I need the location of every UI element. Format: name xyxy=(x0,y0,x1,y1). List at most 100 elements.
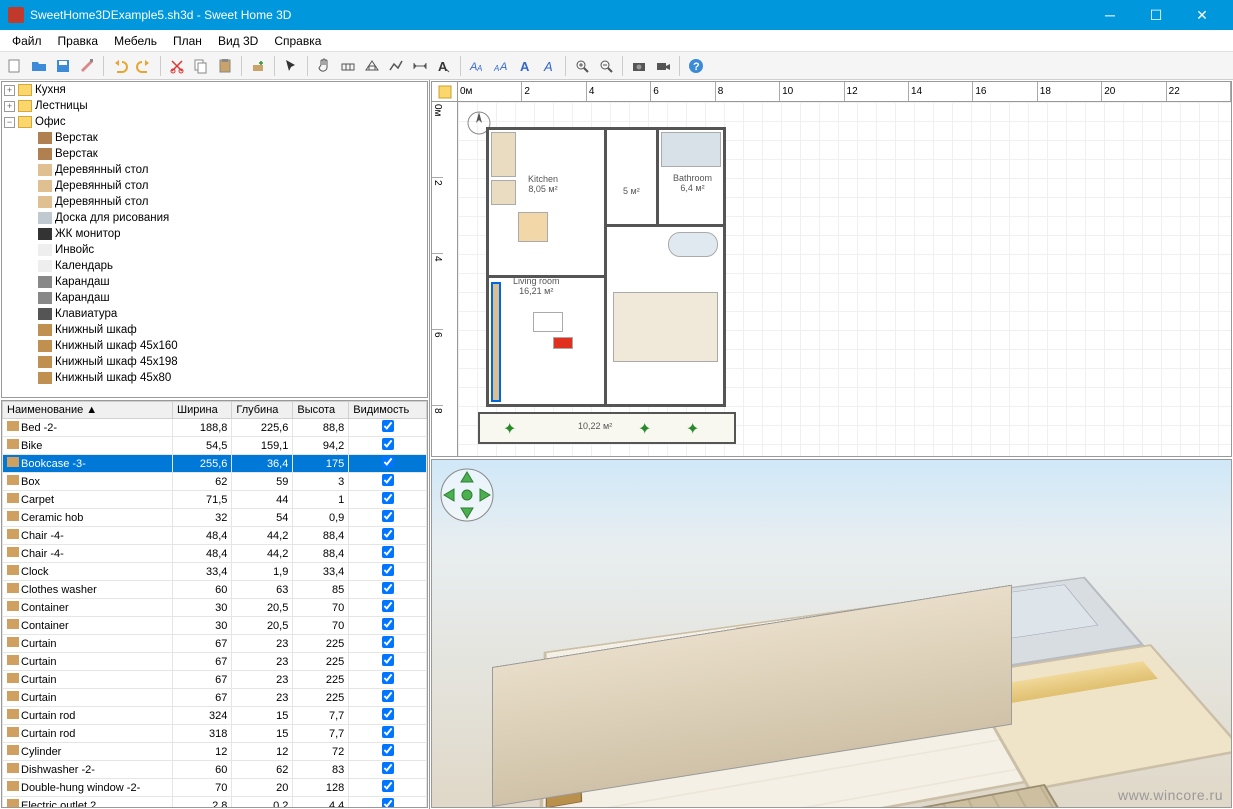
tree-item[interactable]: Деревянный стол xyxy=(38,162,427,178)
table-row[interactable]: Curtain 6723225 xyxy=(3,671,427,689)
column-header[interactable]: Ширина xyxy=(173,402,232,419)
visibility-checkbox[interactable] xyxy=(382,510,394,522)
create-polylines-button[interactable] xyxy=(385,55,407,77)
table-row[interactable]: Chair -4- 48,444,288,4 xyxy=(3,527,427,545)
menu-вид 3d[interactable]: Вид 3D xyxy=(210,32,266,50)
furniture-list[interactable]: Наименование ▲ШиринаГлубинаВысотаВидимос… xyxy=(1,400,428,808)
visibility-checkbox[interactable] xyxy=(382,636,394,648)
visibility-checkbox[interactable] xyxy=(382,474,394,486)
visibility-checkbox[interactable] xyxy=(382,492,394,504)
paste-button[interactable] xyxy=(214,55,236,77)
redo-button[interactable] xyxy=(133,55,155,77)
cut-button[interactable] xyxy=(166,55,188,77)
new-button[interactable] xyxy=(4,55,26,77)
zoom-in-button[interactable] xyxy=(571,55,593,77)
visibility-checkbox[interactable] xyxy=(382,582,394,594)
tree-item[interactable]: ЖК монитор xyxy=(38,226,427,242)
table-row[interactable]: Bed -2- 188,8225,688,8 xyxy=(3,419,427,437)
table-row[interactable]: Electric outlet 2 2,80,24,4 xyxy=(3,797,427,809)
table-row[interactable]: Curtain 6723225 xyxy=(3,653,427,671)
table-row[interactable]: Cylinder 121272 xyxy=(3,743,427,761)
pan-tool-button[interactable] xyxy=(313,55,335,77)
tree-item[interactable]: Карандаш xyxy=(38,274,427,290)
tree-item[interactable]: Инвойс xyxy=(38,242,427,258)
help-button[interactable]: ? xyxy=(685,55,707,77)
increase-text-button[interactable]: AA xyxy=(466,55,488,77)
create-dimensions-button[interactable] xyxy=(409,55,431,77)
visibility-checkbox[interactable] xyxy=(382,438,394,450)
visibility-checkbox[interactable] xyxy=(382,420,394,432)
visibility-checkbox[interactable] xyxy=(382,618,394,630)
minimize-button[interactable]: ─ xyxy=(1087,0,1133,30)
create-walls-button[interactable] xyxy=(337,55,359,77)
tree-item[interactable]: Доска для рисования xyxy=(38,210,427,226)
table-row[interactable]: Bookcase -3- 255,636,4175 xyxy=(3,455,427,473)
visibility-checkbox[interactable] xyxy=(382,672,394,684)
table-row[interactable]: Double-hung window -2- 7020128 xyxy=(3,779,427,797)
add-furniture-button[interactable] xyxy=(247,55,269,77)
furniture-catalog[interactable]: +Кухня+Лестницы−ОфисВерстакВерстакДеревя… xyxy=(1,81,428,398)
view-3d[interactable]: www.wincore.ru xyxy=(431,459,1232,808)
plan-view[interactable]: 0м246810121416182022 0м2468 Kitchen8,05 … xyxy=(431,81,1232,457)
visibility-checkbox[interactable] xyxy=(382,528,394,540)
table-row[interactable]: Curtain 6723225 xyxy=(3,689,427,707)
column-header[interactable]: Наименование ▲ xyxy=(3,402,173,419)
visibility-checkbox[interactable] xyxy=(382,726,394,738)
visibility-checkbox[interactable] xyxy=(382,546,394,558)
close-button[interactable]: ✕ xyxy=(1179,0,1225,30)
visibility-checkbox[interactable] xyxy=(382,744,394,756)
visibility-checkbox[interactable] xyxy=(382,708,394,720)
tree-item[interactable]: Книжный шкаф 45x160 xyxy=(38,338,427,354)
table-row[interactable]: Curtain 6723225 xyxy=(3,635,427,653)
open-button[interactable] xyxy=(28,55,50,77)
table-row[interactable]: Container 3020,570 xyxy=(3,617,427,635)
table-row[interactable]: Curtain rod 324157,7 xyxy=(3,707,427,725)
preferences-button[interactable] xyxy=(76,55,98,77)
visibility-checkbox[interactable] xyxy=(382,798,394,808)
column-header[interactable]: Высота xyxy=(293,402,349,419)
tree-item[interactable]: Книжный шкаф xyxy=(38,322,427,338)
tree-item[interactable]: Книжный шкаф 45x80 xyxy=(38,370,427,386)
bold-button[interactable]: A xyxy=(514,55,536,77)
create-rooms-button[interactable] xyxy=(361,55,383,77)
tree-item[interactable]: Верстак xyxy=(38,146,427,162)
tree-folder[interactable]: +Кухня xyxy=(4,82,427,98)
navigation-pad[interactable] xyxy=(440,468,494,522)
zoom-out-button[interactable] xyxy=(595,55,617,77)
table-row[interactable]: Clock 33,41,933,4 xyxy=(3,563,427,581)
decrease-text-button[interactable]: AA xyxy=(490,55,512,77)
table-row[interactable]: Bike 54,5159,194,2 xyxy=(3,437,427,455)
undo-button[interactable] xyxy=(109,55,131,77)
copy-button[interactable] xyxy=(190,55,212,77)
maximize-button[interactable]: ☐ xyxy=(1133,0,1179,30)
table-row[interactable]: Dishwasher -2- 606283 xyxy=(3,761,427,779)
table-row[interactable]: Carpet 71,5441 xyxy=(3,491,427,509)
tree-item[interactable]: Деревянный стол xyxy=(38,194,427,210)
visibility-checkbox[interactable] xyxy=(382,564,394,576)
table-row[interactable]: Ceramic hob 32540,9 xyxy=(3,509,427,527)
plan-canvas[interactable]: Kitchen8,05 м² Bathroom6,4 м² Living roo… xyxy=(458,102,1231,456)
menu-план[interactable]: План xyxy=(165,32,210,50)
tree-item[interactable]: Клавиатура xyxy=(38,306,427,322)
select-tool-button[interactable] xyxy=(280,55,302,77)
column-header[interactable]: Видимость xyxy=(349,402,427,419)
tree-folder[interactable]: −Офис xyxy=(4,114,427,130)
table-row[interactable]: Clothes washer 606385 xyxy=(3,581,427,599)
video-button[interactable] xyxy=(652,55,674,77)
menu-мебель[interactable]: Мебель xyxy=(106,32,165,50)
create-text-button[interactable]: A xyxy=(433,55,455,77)
table-row[interactable]: Curtain rod 318157,7 xyxy=(3,725,427,743)
visibility-checkbox[interactable] xyxy=(382,690,394,702)
save-button[interactable] xyxy=(52,55,74,77)
table-row[interactable]: Box 62593 xyxy=(3,473,427,491)
photo-button[interactable] xyxy=(628,55,650,77)
visibility-checkbox[interactable] xyxy=(382,600,394,612)
table-row[interactable]: Chair -4- 48,444,288,4 xyxy=(3,545,427,563)
tree-item[interactable]: Карандаш xyxy=(38,290,427,306)
tree-item[interactable]: Книжный шкаф 45x198 xyxy=(38,354,427,370)
menu-файл[interactable]: Файл xyxy=(4,32,50,50)
tree-item[interactable]: Верстак xyxy=(38,130,427,146)
visibility-checkbox[interactable] xyxy=(382,780,394,792)
menu-справка[interactable]: Справка xyxy=(266,32,329,50)
tree-folder[interactable]: +Лестницы xyxy=(4,98,427,114)
